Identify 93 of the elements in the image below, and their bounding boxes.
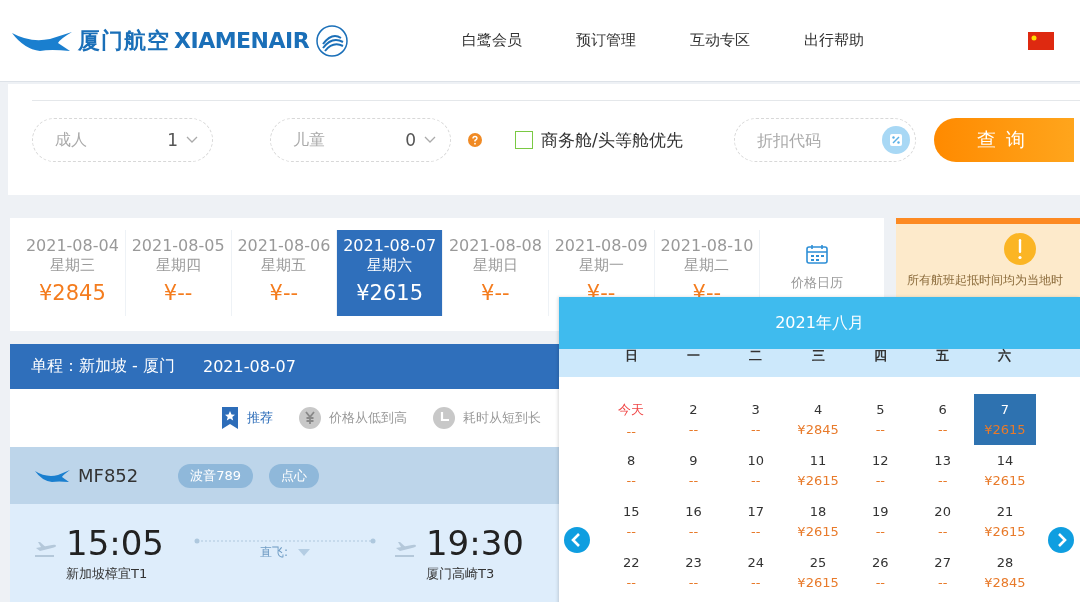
- weekday-text: 星期二: [684, 256, 730, 275]
- date-text: 2021-08-10: [660, 236, 754, 255]
- logo-text: XIAMENAIR: [174, 28, 310, 53]
- promo-code-field[interactable]: 折扣代码: [733, 118, 916, 162]
- calendar-day[interactable]: 24 --: [724, 547, 787, 598]
- calendar-day[interactable]: 2 --: [662, 394, 725, 445]
- nav-link[interactable]: 白鹭会员: [462, 31, 522, 50]
- weekday-label: 二: [748, 349, 764, 365]
- weekday-label: 四: [872, 349, 888, 365]
- calendar-day[interactable]: 23 --: [662, 547, 725, 598]
- price-text: ¥--: [163, 281, 193, 305]
- notice-text: 所有航班起抵时间均为当地时: [907, 272, 1063, 289]
- weekday-label: 三: [810, 349, 826, 365]
- globe-logo-icon: [315, 23, 350, 58]
- time-text: 15:05: [66, 524, 164, 562]
- nav-link[interactable]: 互动专区: [690, 31, 750, 50]
- calendar-day[interactable]: 今天 --: [600, 394, 663, 445]
- discount-tag-icon: [881, 126, 910, 154]
- calendar-day[interactable]: 13 --: [911, 445, 974, 496]
- route-title: 单程：新加坡 - 厦门: [31, 356, 175, 377]
- date-text: 2021-08-06: [237, 236, 331, 255]
- sort-option[interactable]: 推荐: [221, 407, 273, 429]
- flight-tag: 波音789: [178, 463, 254, 488]
- weekday-label: 六: [997, 349, 1013, 365]
- date-text: 2021-08-09: [554, 236, 648, 255]
- airport-name: 厦门高崎T3: [426, 565, 496, 583]
- route-line-icon: [194, 538, 376, 544]
- calendar-day[interactable]: 3 --: [724, 394, 787, 445]
- calendar-day[interactable]: 19 --: [849, 496, 912, 547]
- chevron-down-icon: [424, 136, 436, 144]
- calendar-day[interactable]: 25 ¥2615: [786, 547, 850, 598]
- weekday-text: 星期三: [49, 256, 95, 275]
- price-text: ¥--: [269, 281, 299, 305]
- calendar-day[interactable]: 28 ¥2845: [973, 547, 1037, 598]
- calendar-day[interactable]: 20 --: [911, 496, 974, 547]
- weekday-text: 星期四: [155, 256, 201, 275]
- calendar-day[interactable]: 4 ¥2845: [786, 394, 850, 445]
- calendar-day[interactable]: 9 --: [662, 445, 725, 496]
- calendar-day[interactable]: 7 ¥2615: [973, 394, 1037, 445]
- calendar-day[interactable]: 14 ¥2615: [973, 445, 1037, 496]
- weekday-label: 一: [685, 349, 701, 365]
- clock-icon: [433, 407, 455, 429]
- flight-tag: 点心: [269, 463, 320, 488]
- weekday-label: 五: [935, 349, 951, 365]
- caret-down-icon: [298, 549, 310, 556]
- calendar-icon: [806, 244, 829, 264]
- previous-month-icon[interactable]: [564, 527, 590, 553]
- checkbox-label: 商务舱/头等舱优先: [541, 128, 683, 152]
- date-text: 2021-08-05: [131, 236, 225, 255]
- checkbox[interactable]: [515, 131, 533, 149]
- calendar-day[interactable]: 12 --: [849, 445, 912, 496]
- calendar-day[interactable]: 27 --: [911, 547, 974, 598]
- time-text: 19:30: [426, 524, 524, 562]
- date-text: 2021-08-08: [448, 236, 542, 255]
- calendar-day[interactable]: 10 --: [724, 445, 787, 496]
- nav-link[interactable]: 预订管理: [576, 31, 636, 50]
- warning-icon: [1003, 232, 1037, 266]
- calendar-day[interactable]: 8 --: [600, 445, 663, 496]
- date-tab[interactable]: 2021-08-07 星期六 ¥2615: [337, 230, 443, 316]
- logo-text: 厦门航空: [78, 26, 170, 55]
- stop-label: 直飞:: [259, 544, 288, 561]
- bookmark-star-icon: [221, 407, 239, 429]
- weekday-text: 星期日: [472, 256, 518, 275]
- weekday-text: 星期六: [367, 256, 413, 275]
- calendar-day[interactable]: 18 ¥2615: [786, 496, 850, 547]
- calendar-day[interactable]: 22 --: [600, 547, 663, 598]
- calendar-day[interactable]: 16 --: [662, 496, 725, 547]
- calendar-day[interactable]: 6 --: [911, 394, 974, 445]
- weekday-label: 日: [623, 349, 639, 365]
- flight-number: MF852: [78, 465, 139, 486]
- price-text: ¥--: [481, 281, 510, 305]
- price-text: ¥2615: [356, 281, 424, 305]
- flag-icon: [1028, 31, 1054, 50]
- calendar-day[interactable]: 26 --: [849, 547, 912, 598]
- calendar-day[interactable]: 17 --: [724, 496, 787, 547]
- yuan-icon: [299, 407, 321, 429]
- calendar-title: 2021年八月: [559, 297, 1080, 349]
- help-icon: [468, 133, 482, 147]
- calendar-day[interactable]: 11 ¥2615: [786, 445, 850, 496]
- weekday-text: 星期五: [261, 256, 307, 275]
- calendar-day[interactable]: 21 ¥2615: [973, 496, 1037, 547]
- weekday-text: 星期一: [578, 256, 624, 275]
- chevron-down-icon: [186, 136, 198, 144]
- price-text: ¥2845: [38, 281, 106, 305]
- calendar-day[interactable]: 15 --: [600, 496, 663, 547]
- date-text: 2021-08-07: [343, 236, 437, 255]
- airport-name: 新加坡樟宜T1: [66, 565, 149, 583]
- route-date: 2021-08-07: [202, 357, 296, 376]
- nav-link[interactable]: 出行帮助: [804, 31, 864, 50]
- bird-logo-icon: [34, 468, 70, 483]
- calendar-day[interactable]: 5 --: [849, 394, 912, 445]
- next-month-icon[interactable]: [1048, 527, 1074, 553]
- date-text: 2021-08-04: [25, 236, 119, 255]
